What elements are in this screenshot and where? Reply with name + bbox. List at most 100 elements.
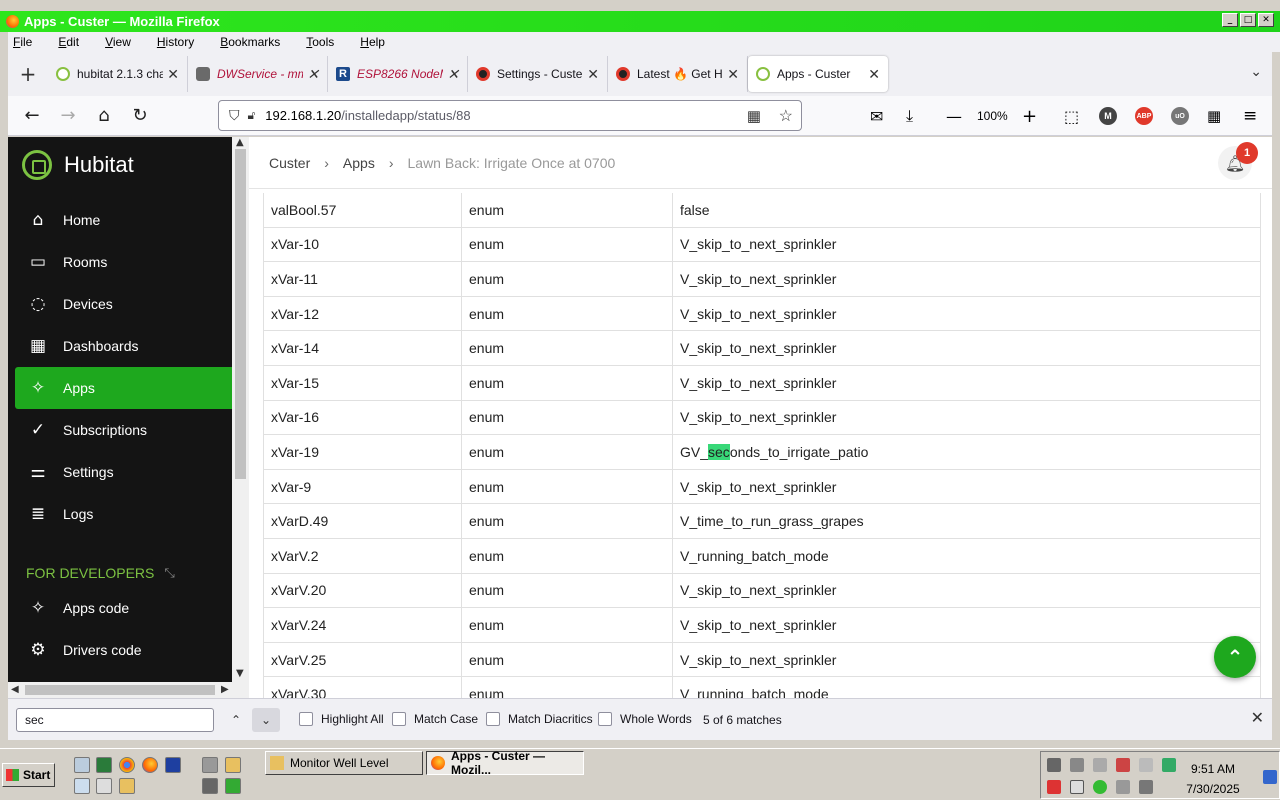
mail-icon[interactable]: ✉ — [870, 100, 883, 132]
tray-volume-icon[interactable] — [1139, 758, 1153, 772]
scroll-right-arrow-icon[interactable]: ▶ — [221, 684, 229, 695]
m-extension-icon[interactable]: M — [1099, 107, 1117, 125]
extensions-puzzle-icon[interactable]: ⬚ — [1064, 100, 1079, 132]
document-icon[interactable] — [74, 778, 90, 794]
match-case-checkbox[interactable]: Match Case — [392, 712, 478, 726]
sidebar-item-subscriptions[interactable]: ✓ Subscriptions — [15, 409, 232, 451]
sidebar-item-rooms[interactable]: ▭ Rooms — [15, 241, 232, 283]
sidebar-horizontal-scrollbar[interactable]: ◀ ▶ — [8, 682, 249, 698]
tray-calendar-icon[interactable] — [1070, 780, 1084, 794]
developers-section-header[interactable]: FOR DEVELOPERS ⤡ — [26, 565, 175, 581]
minimize-button[interactable]: _ — [1222, 13, 1238, 27]
tab-1[interactable]: hubitat 2.1.3 cha ✕ — [48, 56, 188, 92]
printer-icon[interactable] — [202, 778, 218, 794]
grid-extension-icon[interactable]: ▦ — [1207, 100, 1221, 132]
menu-view[interactable]: View — [105, 35, 144, 49]
tab-2[interactable]: DWService - mm ✕ — [188, 56, 328, 92]
reload-button[interactable]: ↻ — [122, 100, 158, 132]
sidebar-scrollbar[interactable]: ▲ ▼ — [232, 137, 249, 682]
sidebar-item-apps[interactable]: ✧ Apps — [15, 367, 232, 409]
app-menu-icon[interactable]: ≡ — [1243, 100, 1257, 132]
hubitat-brand[interactable]: Hubitat — [22, 150, 134, 180]
highlight-all-checkbox[interactable]: Highlight All — [299, 712, 384, 726]
sidebar-item-drivers-code[interactable]: ⚙ Drivers code — [15, 629, 232, 671]
close-tab-icon[interactable]: ✕ — [447, 66, 459, 83]
downloads-icon[interactable]: ⤓ — [906, 100, 913, 132]
url-bar[interactable]: ⛉ 🔓︎ 192.168.1.20/installedapp/status/88… — [218, 100, 802, 131]
find-next-button[interactable]: ⌄ — [252, 708, 280, 732]
zoom-out-button[interactable]: — — [946, 100, 962, 132]
close-tab-icon[interactable]: ✕ — [868, 66, 880, 83]
menu-edit[interactable]: Edit — [58, 35, 92, 49]
taskbar-item-firefox[interactable]: Apps - Custer — Mozil... — [426, 749, 584, 777]
window-title-bar[interactable]: Apps - Custer — Mozilla Firefox _ □ ✕ — [0, 11, 1280, 32]
calculator-icon[interactable] — [96, 778, 112, 794]
sidebar-item-home[interactable]: ⌂ Home — [15, 199, 232, 241]
tray-alert-icon[interactable] — [1047, 780, 1061, 794]
new-tab-button[interactable]: + — [8, 62, 48, 86]
taskbar-item-monitor-well-level[interactable]: Monitor Well Level — [265, 751, 423, 775]
sidebar-item-devices[interactable]: ◌ Devices — [15, 283, 232, 325]
mail-quicklaunch-icon[interactable] — [225, 778, 241, 794]
menu-bookmarks[interactable]: Bookmarks — [220, 35, 293, 49]
start-button[interactable]: Start — [2, 763, 55, 787]
excel-icon[interactable] — [96, 757, 112, 773]
tab-5[interactable]: Latest 🔥 Get He ✕ — [608, 56, 748, 92]
list-all-tabs-icon[interactable]: ⌄ — [1250, 64, 1262, 80]
folder-quicklaunch-icon[interactable] — [119, 778, 135, 794]
sidebar-item-dashboards[interactable]: ▦ Dashboards — [15, 325, 232, 367]
tray-monitor-icon[interactable] — [1047, 758, 1061, 772]
forward-button[interactable]: → — [50, 100, 86, 132]
tab-6[interactable]: Apps - Custer ✕ — [748, 56, 888, 92]
match-diacritics-checkbox[interactable]: Match Diacritics — [486, 712, 593, 726]
scroll-to-top-button[interactable]: ⌃ — [1214, 636, 1256, 678]
notepad-icon[interactable] — [74, 757, 90, 773]
close-tab-icon[interactable]: ✕ — [587, 66, 599, 83]
tray-status-icon[interactable] — [1093, 780, 1107, 794]
sidebar-scroll-thumb[interactable] — [235, 149, 246, 479]
tray-clipboard-icon[interactable] — [1093, 758, 1107, 772]
menu-tools[interactable]: Tools — [306, 35, 347, 49]
sidebar-item-settings[interactable]: ⚌ Settings — [15, 451, 232, 493]
sidebar-item-logs[interactable]: ≣ Logs — [15, 493, 232, 535]
close-window-button[interactable]: ✕ — [1258, 13, 1274, 27]
menu-history[interactable]: History — [157, 35, 207, 49]
bookmark-star-icon[interactable]: ☆ — [779, 106, 793, 126]
system-tool-icon[interactable] — [202, 757, 218, 773]
adblock-plus-icon[interactable]: ABP — [1135, 107, 1153, 125]
chrome-icon[interactable] — [119, 757, 135, 773]
close-tab-icon[interactable]: ✕ — [727, 66, 739, 83]
scroll-up-arrow-icon[interactable]: ▲ — [236, 137, 244, 148]
tray-network-icon[interactable] — [1070, 758, 1084, 772]
find-input[interactable]: sec — [16, 708, 214, 732]
explorer-icon[interactable] — [225, 757, 241, 773]
ublock-origin-icon[interactable]: uO — [1171, 107, 1189, 125]
sidebar-item-apps-code[interactable]: ✧ Apps code — [15, 587, 232, 629]
close-tab-icon[interactable]: ✕ — [307, 66, 319, 83]
system-clock[interactable]: 9:51 AM 7/30/2025 — [1170, 759, 1256, 799]
close-tab-icon[interactable]: ✕ — [167, 66, 179, 83]
insecure-lock-icon[interactable]: 🔓︎ — [248, 108, 256, 123]
shield-icon[interactable]: ⛉ — [229, 107, 240, 124]
scroll-left-arrow-icon[interactable]: ◀ — [11, 684, 19, 695]
tab-3[interactable]: R ESP8266 NodeM ✕ — [328, 56, 468, 92]
maximize-button[interactable]: □ — [1240, 13, 1256, 27]
firefox-quicklaunch-icon[interactable] — [142, 757, 158, 773]
tray-signal-icon[interactable] — [1139, 780, 1153, 794]
breadcrumb-root[interactable]: Custer — [269, 155, 310, 171]
notifications-button[interactable]: 🔔︎ 1 — [1218, 142, 1258, 180]
tray-disconnected-icon[interactable] — [1116, 780, 1130, 794]
find-previous-button[interactable]: ⌃ — [222, 708, 250, 732]
word-icon[interactable] — [165, 757, 181, 773]
close-find-bar-icon[interactable]: ✕ — [1251, 708, 1264, 727]
home-button[interactable]: ⌂ — [86, 100, 122, 132]
scroll-down-arrow-icon[interactable]: ▼ — [236, 668, 244, 679]
whole-words-checkbox[interactable]: Whole Words — [598, 712, 692, 726]
back-button[interactable]: ← — [14, 100, 50, 132]
tray-grid-icon[interactable] — [1116, 758, 1130, 772]
tray-desktop-icon[interactable] — [1263, 770, 1277, 784]
zoom-level[interactable]: 100% — [977, 100, 1008, 132]
menu-help[interactable]: Help — [360, 35, 398, 49]
menu-file[interactable]: File — [13, 35, 45, 49]
horizontal-scroll-thumb[interactable] — [25, 685, 215, 695]
